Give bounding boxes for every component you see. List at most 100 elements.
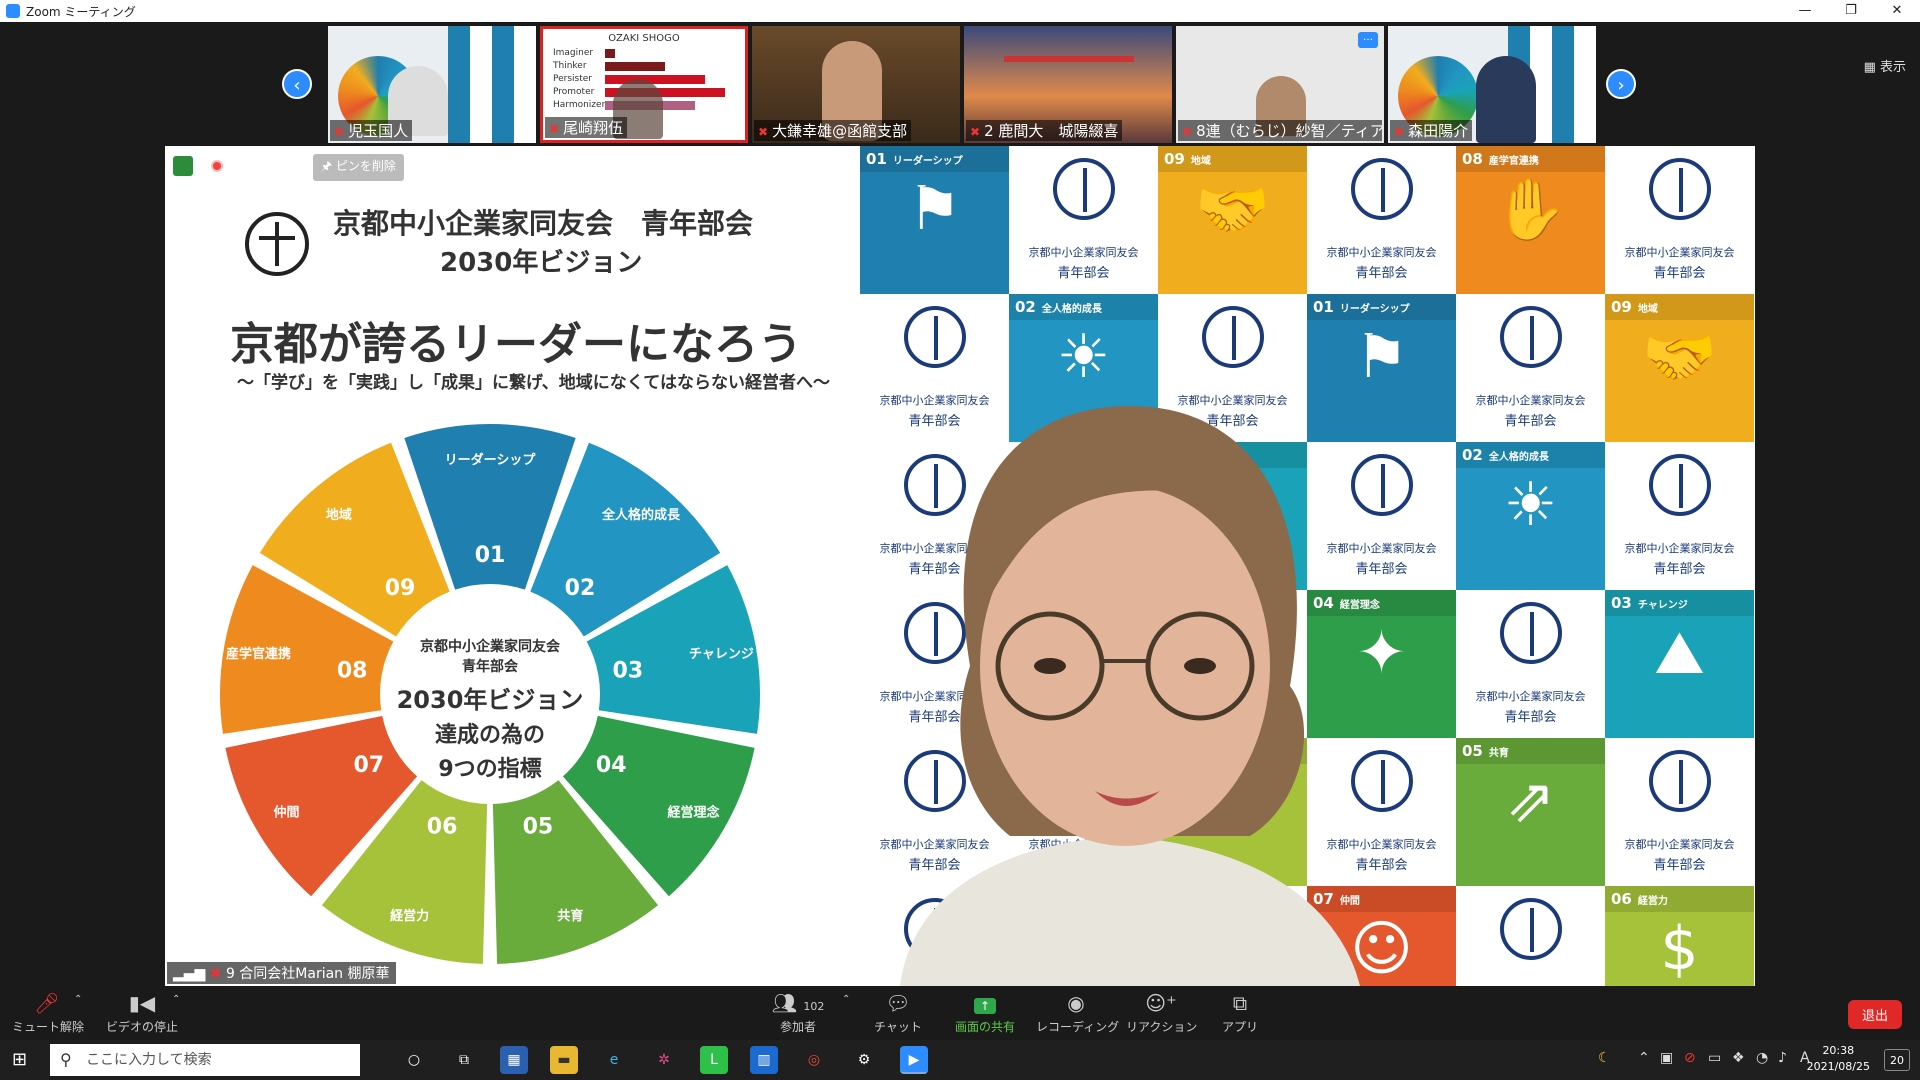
org-logo-icon: [904, 306, 966, 368]
chevron-left-icon[interactable]: ‹: [282, 69, 312, 99]
dropbox-icon[interactable]: ❖: [1732, 1050, 1745, 1066]
trello-icon[interactable]: ▥: [750, 1046, 778, 1074]
overlay-bar: [605, 49, 615, 58]
reactions-button[interactable]: ☺⁺ リアクション: [1126, 991, 1197, 1035]
org-logo-icon: [1351, 158, 1413, 220]
edge-icon[interactable]: e: [600, 1046, 628, 1074]
tray-app-icon[interactable]: ▣: [1660, 1050, 1673, 1066]
line-icon[interactable]: L: [700, 1046, 728, 1074]
mic-muted-icon: ✖: [549, 122, 560, 136]
file-explorer-icon[interactable]: ▬: [550, 1046, 578, 1074]
chrome-icon[interactable]: ◎: [800, 1046, 828, 1074]
windows-taskbar: ⊞ ⚲ ここに入力して検索 ○ ⧉ ▦ ▬ e ✲ L ▥ ◎ ⚙ ▶ ☾ ⌃ …: [0, 1040, 1920, 1080]
wheel-segment-label: 地域: [326, 507, 352, 523]
logo-subtext: 青年部会: [1504, 414, 1557, 429]
wheel-segment-label: 経営理念: [668, 805, 720, 821]
signal-icon: ▂▄▆: [173, 966, 210, 982]
participant-tile[interactable]: ✖ 児玉国人: [328, 26, 536, 143]
tile-header: 01 リーダーシップ: [1307, 294, 1456, 320]
overlay-bar: [605, 62, 665, 71]
org-logo-tile: 京都中小企業家同友会青年部会: [1456, 294, 1605, 442]
tile-header: 02 全人格的成長: [1456, 442, 1605, 468]
overlay-bar-labels: Imaginer Thinker Persister Promoter Harm…: [553, 48, 606, 110]
chevron-right-icon[interactable]: ›: [1606, 69, 1636, 99]
participant-tile[interactable]: ✖ 森田陽介: [1388, 26, 1596, 143]
unpin-button[interactable]: 🖈 ピンを削除: [313, 154, 404, 181]
logo-text: 京都中小企業家同友会: [1475, 394, 1586, 407]
weather-icon[interactable]: ☾: [1598, 1050, 1611, 1066]
network-icon[interactable]: ▭: [1708, 1050, 1721, 1066]
participants-button[interactable]: 👥︎ 102 参加者: [768, 992, 828, 1035]
indicator-tile: 09 地域 🤝: [1605, 294, 1754, 442]
tile-header: 09 地域: [1605, 294, 1754, 320]
windows-start-icon[interactable]: ⊞: [12, 1050, 34, 1070]
share-screen-icon: ↑: [950, 992, 1020, 1014]
participant-name: ✖ 児玉国人: [330, 120, 413, 141]
chat-icon: 💬︎: [885, 991, 911, 1015]
share-screen-button[interactable]: ↑ 画面の共有: [950, 992, 1020, 1035]
mic-muted-icon: ✖: [970, 125, 981, 139]
zoom-taskbar-icon[interactable]: ▶: [900, 1046, 928, 1074]
chevron-up-icon[interactable]: ⌃: [842, 994, 850, 1005]
participant-tile[interactable]: OZAKI SHOGO Imaginer Thinker Persister P…: [540, 26, 748, 143]
more-options-icon[interactable]: …: [1358, 32, 1378, 48]
minimize-button[interactable]: —: [1782, 0, 1828, 22]
bw-app-icon[interactable]: ▦: [500, 1046, 528, 1074]
sub-slogan: 〜「学び」を「実践」し「成果」に繋げ、地域になくてはならない経営者へ〜: [237, 373, 830, 393]
participant-name: ✖ 大鎌幸雄@函館支部: [754, 120, 912, 141]
screen-share-view: 🖈 ピンを削除 京都中小企業家同友会 青年部会 2030年ビジョン 京都が誇るリ…: [165, 146, 1755, 986]
leave-button[interactable]: 退出: [1847, 1000, 1902, 1029]
search-icon: ⚲: [60, 1050, 72, 1069]
participant-tile[interactable]: ✖ 大鎌幸雄@函館支部: [752, 26, 960, 143]
tray-alert-icon[interactable]: ⊘: [1684, 1050, 1696, 1066]
tile-header: 02 全人格的成長: [1009, 294, 1158, 320]
reaction-icon: ☺⁺: [1145, 991, 1177, 1015]
org-logo-tile: 京都中小企業家同友会青年部会: [1009, 146, 1158, 294]
chevron-up-icon[interactable]: ⌃: [172, 994, 180, 1005]
close-button[interactable]: ✕: [1874, 0, 1920, 22]
indicator-tile: 09 地域 🤝: [1158, 146, 1307, 294]
indicator-tile: 01 リーダーシップ ⚑: [860, 146, 1009, 294]
chevron-up-icon[interactable]: ⌃: [1638, 1050, 1650, 1066]
restore-button[interactable]: ❐: [1828, 0, 1874, 22]
zoom-app-icon: [6, 4, 20, 18]
record-button[interactable]: ◉ レコーディング: [1036, 992, 1119, 1035]
stop-video-button[interactable]: ▮◀ ビデオの停止: [102, 992, 182, 1035]
logo-subtext: 青年部会: [1653, 858, 1706, 873]
tile-icon: ⚑: [907, 174, 962, 244]
view-toggle-button[interactable]: ▦ 表示: [1864, 56, 1906, 75]
logo-text: 京都中小企業家同友会: [1624, 838, 1735, 851]
indicator-tile: 02 全人格的成長 ☀: [1456, 442, 1605, 590]
chat-button[interactable]: 💬︎ チャット: [868, 992, 928, 1035]
participants-icon: 👥︎ 102: [771, 991, 825, 1015]
indicator-tile: 05 共育 ⇗: [1456, 738, 1605, 886]
participant-tile[interactable]: … ✖ 8連（むらじ）紗智／ティア…: [1176, 26, 1384, 143]
indicator-tile: 03チャレンジ⛰: [1605, 590, 1754, 738]
wheel-segment-label: 産学官連携: [226, 646, 291, 662]
chevron-up-icon[interactable]: ⌃: [74, 994, 82, 1005]
taskbar-clock[interactable]: 20:38 2021/08/25: [1807, 1043, 1870, 1075]
org-logo-icon: [1500, 306, 1562, 368]
mic-muted-icon: ✖: [1182, 125, 1193, 139]
taskbar-search-input[interactable]: ⚲ ここに入力して検索: [50, 1044, 360, 1076]
meeting-toolbar: 🎤︎ ミュート解除 ⌃ ▮◀ ビデオの停止 ⌃ 👥︎ 102 参加者 ⌃ 💬︎ …: [0, 986, 1920, 1040]
cortana-icon[interactable]: ○: [400, 1046, 428, 1074]
unmute-button[interactable]: 🎤︎ ミュート解除: [12, 992, 84, 1035]
slack-icon[interactable]: ✲: [650, 1046, 678, 1074]
task-view-icon[interactable]: ⧉: [450, 1046, 478, 1074]
tile-icon: 🤝: [1195, 175, 1270, 245]
apps-button[interactable]: ⧉ アプリ: [1210, 992, 1270, 1035]
presenter-name-label: ▂▄▆ ✖ 9 合同会社Marian 棚原華: [167, 962, 396, 984]
wheel-segment-label: 全人格的成長: [601, 507, 681, 523]
participant-tile[interactable]: ✖ 2 鹿間大 城陽綴喜: [964, 26, 1172, 143]
tile-header: 08 産学官連携: [1456, 146, 1605, 172]
org-logo-icon: [1649, 750, 1711, 812]
participant-name: ✖ 尾崎翔伍: [545, 117, 628, 138]
shield-icon[interactable]: [173, 156, 193, 176]
notification-center-icon[interactable]: 20: [1884, 1049, 1910, 1071]
settings-icon[interactable]: ⚙: [850, 1046, 878, 1074]
wifi-icon[interactable]: ◔: [1756, 1050, 1768, 1066]
org-logo-icon: [1649, 158, 1711, 220]
volume-icon[interactable]: ♪: [1778, 1050, 1787, 1066]
wheel-segment-number: 05: [523, 815, 554, 840]
